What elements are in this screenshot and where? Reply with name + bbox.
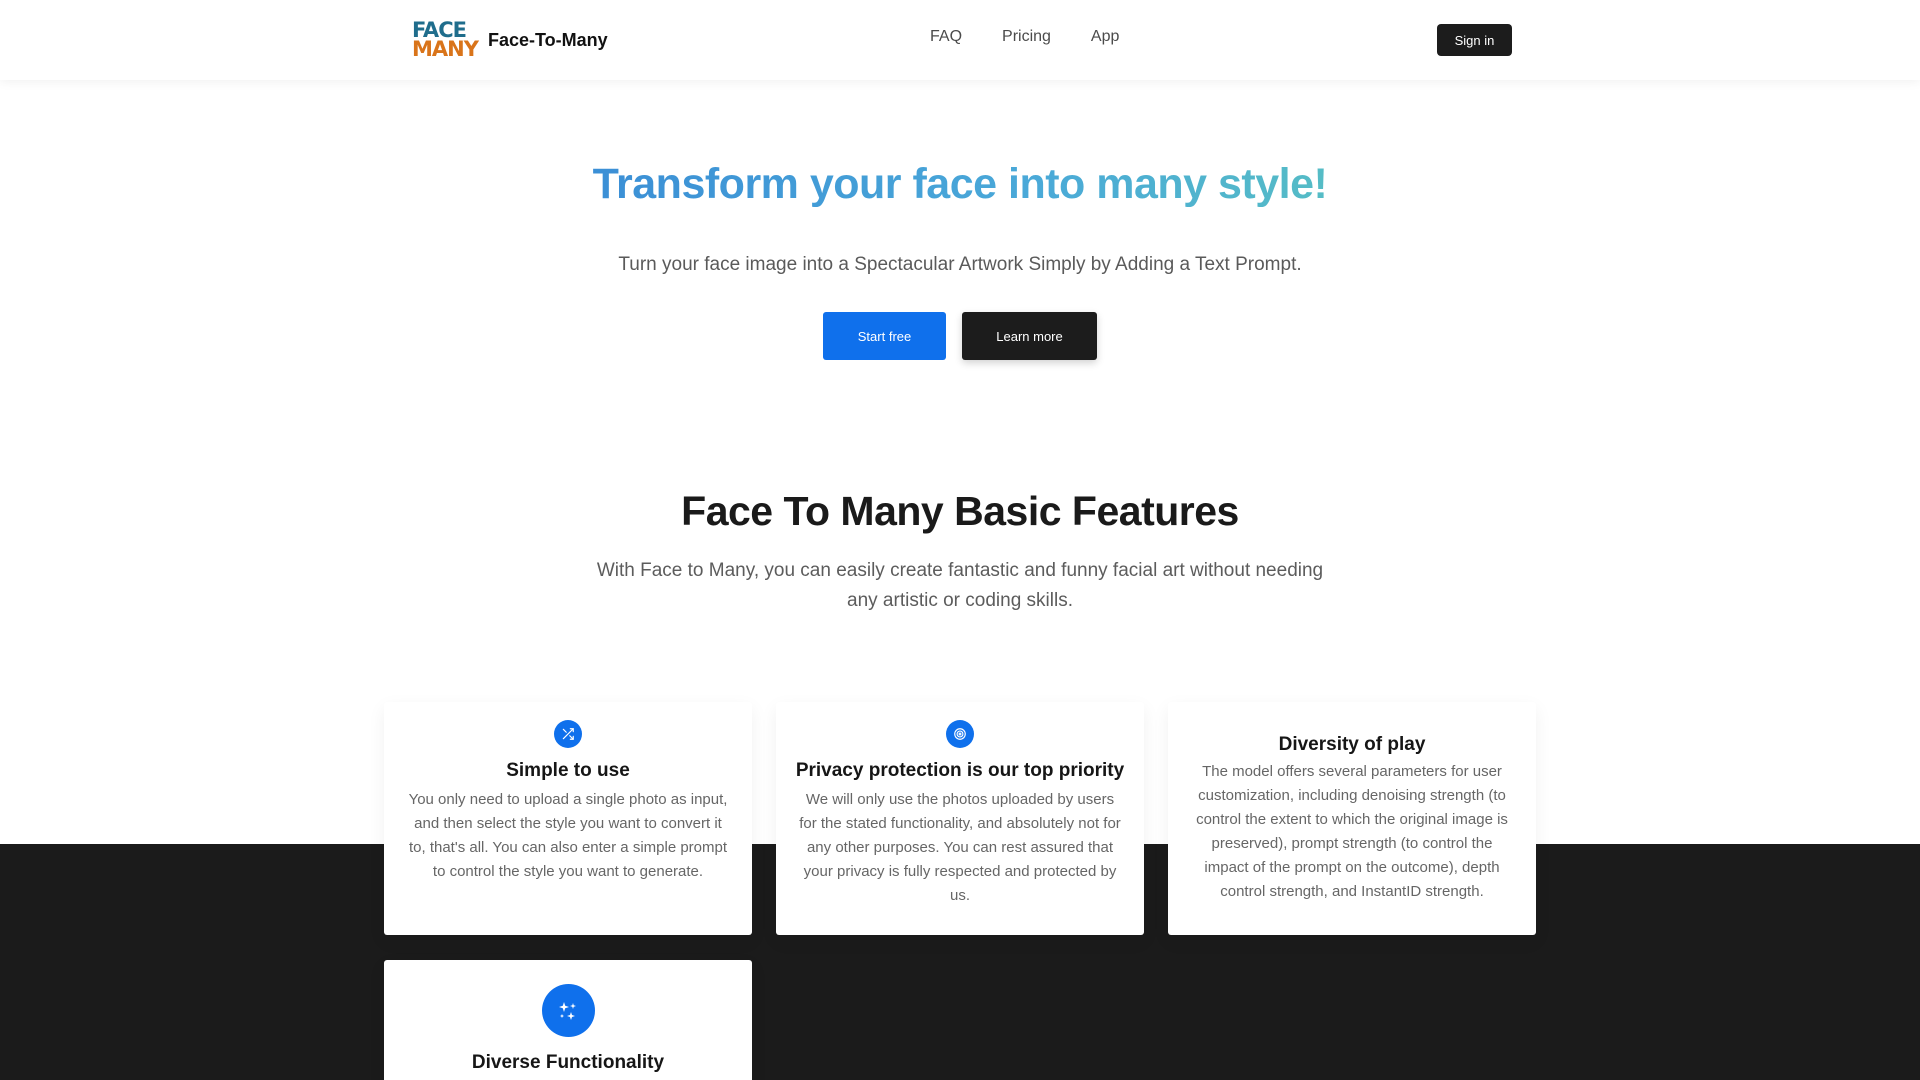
fingerprint-icon	[946, 720, 974, 748]
feature-card-privacy: Privacy protection is our top priority W…	[776, 702, 1144, 935]
sparkles-icon	[541, 984, 595, 1037]
site-header: FACE MANY Face-To-Many FAQ Pricing App S…	[0, 0, 1920, 80]
hero-title: Transform your face into many style!	[0, 160, 1920, 209]
feature-card-title: Simple to use	[506, 760, 630, 781]
feature-card-text: The model offers several parameters for …	[1196, 763, 1508, 900]
features-subtitle: With Face to Many, you can easily create…	[596, 560, 1324, 611]
logo-line-2: MANY	[412, 37, 479, 61]
start-free-button[interactable]: Start free	[823, 312, 946, 360]
feature-card-diversity: Diversity of play The model offers sever…	[1168, 702, 1536, 935]
shuffle-icon	[554, 720, 582, 748]
hero-actions: Start free Learn more	[823, 312, 1097, 360]
main-nav: FAQ Pricing App	[930, 28, 1119, 46]
feature-card-text: You only need to upload a single photo a…	[408, 791, 728, 880]
learn-more-button[interactable]: Learn more	[962, 312, 1097, 360]
nav-faq[interactable]: FAQ	[930, 28, 962, 46]
feature-card-functionality: Diverse Functionality	[384, 960, 752, 1080]
feature-card-text: We will only use the photos uploaded by …	[799, 791, 1121, 904]
brand-name: Face-To-Many	[488, 29, 608, 50]
feature-card-simple: Simple to use You only need to upload a …	[384, 702, 752, 935]
hero-title-text: Transform your face into many style!	[592, 160, 1328, 208]
feature-card-title: Diverse Functionality	[471, 1052, 665, 1073]
feature-card-title: Diversity of play	[1278, 734, 1426, 755]
logo: FACE MANY	[412, 19, 482, 61]
nav-pricing[interactable]: Pricing	[1002, 28, 1051, 46]
sign-in-button[interactable]: Sign in	[1437, 24, 1512, 56]
features-title: Face To Many Basic Features	[681, 488, 1239, 534]
feature-card-title: Privacy protection is our top priority	[795, 760, 1125, 781]
brand-link[interactable]: FACE MANY Face-To-Many	[412, 19, 608, 61]
hero-subtitle: Turn your face image into a Spectacular …	[618, 254, 1302, 275]
nav-app[interactable]: App	[1091, 28, 1119, 46]
